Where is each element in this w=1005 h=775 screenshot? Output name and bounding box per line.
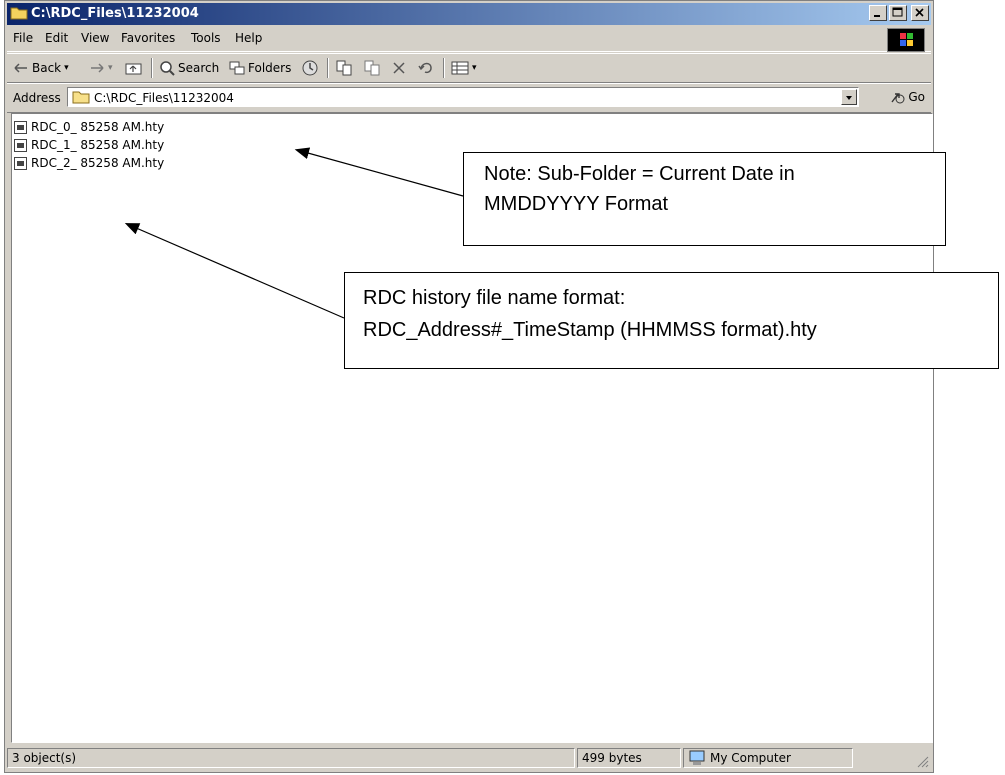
document-icon: [14, 120, 27, 134]
file-name: RDC_1_ 85258 AM.hty: [31, 138, 165, 152]
maximize-icon: [892, 7, 903, 17]
delete-icon: [393, 62, 405, 74]
toolbar-separator: [327, 58, 329, 78]
address-field[interactable]: C:\RDC_Files\11232004: [67, 87, 859, 107]
address-dropdown-button[interactable]: [841, 89, 857, 105]
views-dropdown-icon: ▾: [472, 63, 477, 73]
forward-button[interactable]: ▾: [89, 58, 113, 78]
folders-button[interactable]: Folders: [229, 58, 291, 78]
search-icon: [160, 61, 175, 76]
note-callout-filename: RDC history file name format: RDC_Addres…: [344, 272, 999, 369]
status-size: 499 bytes: [577, 748, 681, 768]
menu-favorites[interactable]: Favorites: [121, 31, 175, 45]
explorer-window: C:\RDC_Files\11232004 File Edit View Fav…: [4, 0, 934, 773]
file-name: RDC_2_ 85258 AM.hty: [31, 156, 165, 170]
menu-help[interactable]: Help: [235, 31, 262, 45]
history-button[interactable]: [301, 58, 319, 78]
menu-edit[interactable]: Edit: [45, 31, 68, 45]
menu-tools[interactable]: Tools: [191, 31, 221, 45]
note-callout-subfolder: Note: Sub-Folder = Current Date in MMDDY…: [463, 152, 946, 246]
status-zone-label: My Computer: [710, 751, 791, 765]
up-button[interactable]: [125, 58, 143, 78]
toolbar-separator: [443, 58, 445, 78]
document-icon: [14, 138, 27, 152]
title-bar[interactable]: C:\RDC_Files\11232004: [7, 3, 931, 25]
status-object-count: 3 object(s): [7, 748, 575, 768]
note-filename-line1: RDC history file name format:: [363, 287, 626, 309]
menu-bar: File Edit View Favorites Tools Help: [7, 27, 931, 52]
minimize-button[interactable]: [869, 5, 887, 21]
go-icon: [891, 93, 905, 104]
search-label: Search: [178, 61, 220, 75]
copy-to-button[interactable]: [363, 58, 381, 78]
document-icon: [14, 156, 27, 170]
note-filename-line2: RDC_Address#_TimeStamp (HHMMSS format).h…: [363, 319, 817, 341]
minimize-icon: [874, 15, 880, 17]
menu-file[interactable]: File: [13, 31, 33, 45]
move-to-icon: [336, 60, 352, 76]
status-zone: My Computer: [683, 748, 853, 768]
note-subfolder-line1: Note: Sub-Folder = Current Date in: [484, 163, 795, 185]
close-icon: [915, 8, 924, 17]
back-arrow-icon: [14, 63, 27, 73]
file-item[interactable]: RDC_0_ 85258 AM.hty: [14, 118, 164, 136]
go-label: Go: [908, 90, 925, 104]
go-button[interactable]: Go: [890, 90, 925, 104]
back-label: Back: [32, 61, 62, 75]
copy-to-icon: [364, 60, 380, 76]
folders-icon: [229, 61, 245, 75]
window-title: C:\RDC_Files\11232004: [31, 6, 199, 21]
chevron-down-icon: [846, 96, 852, 100]
folder-icon: [10, 7, 28, 20]
undo-button[interactable]: [417, 58, 435, 78]
note-subfolder-line2: MMDDYYYY Format: [484, 193, 669, 215]
delete-button[interactable]: [391, 58, 407, 78]
menu-view[interactable]: View: [81, 31, 109, 45]
views-button[interactable]: ▾: [451, 58, 477, 78]
file-item[interactable]: RDC_2_ 85258 AM.hty: [14, 154, 164, 172]
toolbar: Back ▾ ▾ Search Folders ▾: [7, 53, 931, 83]
resize-grip-icon[interactable]: [915, 754, 929, 768]
maximize-button[interactable]: [889, 5, 907, 21]
file-item[interactable]: RDC_1_ 85258 AM.hty: [14, 136, 164, 154]
up-folder-icon: [125, 63, 142, 75]
folder-icon: [72, 91, 90, 104]
back-button[interactable]: Back ▾: [13, 58, 69, 78]
back-dropdown-icon: ▾: [64, 63, 69, 73]
forward-arrow-icon: [91, 63, 104, 73]
address-value: C:\RDC_Files\11232004: [94, 91, 234, 105]
folders-label: Folders: [248, 61, 292, 75]
move-to-button[interactable]: [335, 58, 353, 78]
views-icon: [451, 61, 469, 75]
history-icon: [302, 60, 318, 76]
address-bar: Address C:\RDC_Files\11232004 Go: [7, 83, 931, 113]
windows-logo-icon: [887, 28, 925, 52]
address-label: Address: [13, 91, 61, 105]
search-button[interactable]: Search: [159, 58, 219, 78]
forward-dropdown-icon: ▾: [108, 63, 113, 73]
status-bar: 3 object(s) 499 bytes My Computer: [7, 746, 931, 770]
computer-icon: [689, 750, 705, 765]
file-name: RDC_0_ 85258 AM.hty: [31, 120, 165, 134]
toolbar-separator: [151, 58, 153, 78]
close-button[interactable]: [911, 5, 929, 21]
undo-icon: [418, 62, 432, 74]
